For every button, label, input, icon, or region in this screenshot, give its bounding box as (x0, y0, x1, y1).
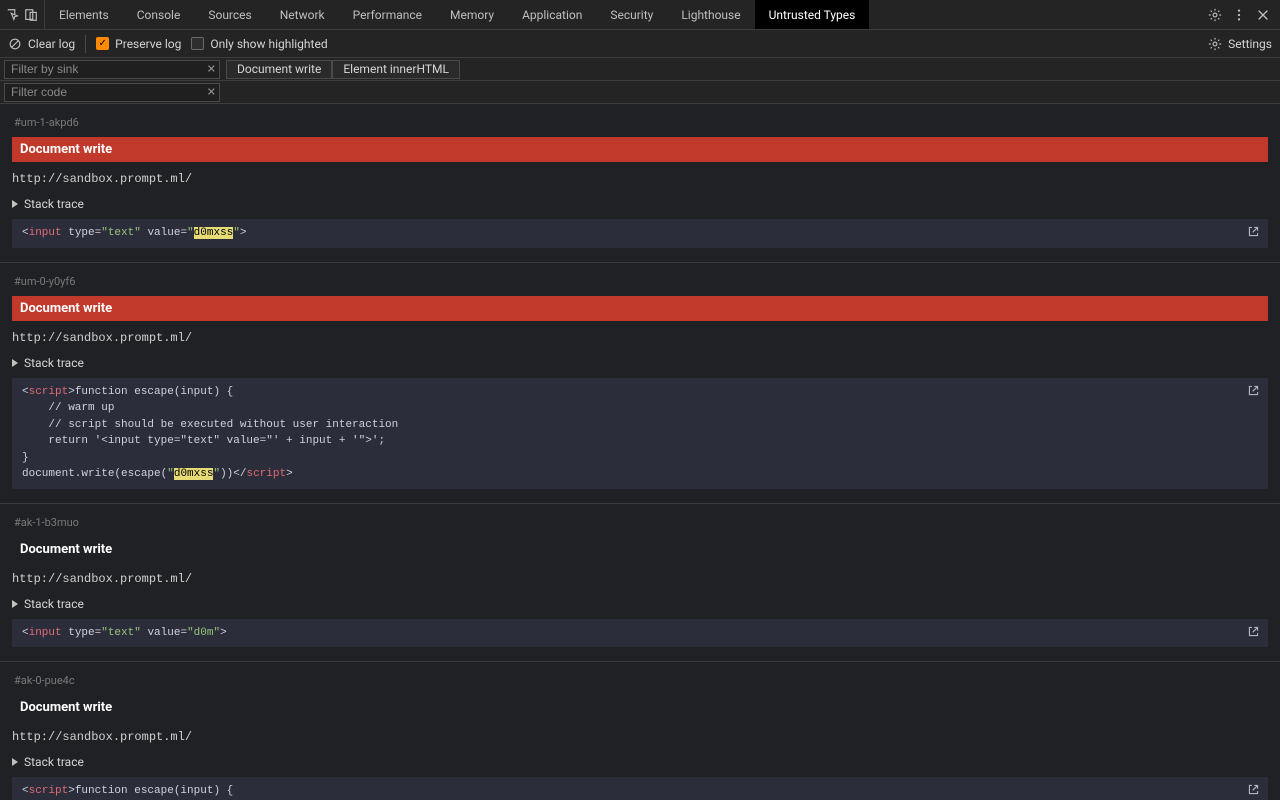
filter-sink-wrap: ✕ (4, 60, 220, 79)
stack-trace-toggle[interactable]: Stack trace (12, 353, 1268, 378)
stack-trace-label: Stack trace (24, 197, 84, 211)
disclosure-triangle-icon (12, 758, 18, 766)
filter-row-sink: ✕ Document writeElement innerHTML (0, 58, 1280, 81)
tab-application[interactable]: Application (508, 0, 596, 29)
tab-console[interactable]: Console (123, 0, 195, 29)
tab-security[interactable]: Security (596, 0, 667, 29)
open-external-icon[interactable] (1247, 384, 1260, 404)
tabstrip-left-icons (0, 0, 45, 29)
tab-network[interactable]: Network (266, 0, 339, 29)
stack-trace-toggle[interactable]: Stack trace (12, 594, 1268, 619)
entry-id: #ak-1-b3muo (12, 512, 1268, 537)
log-entries-container[interactable]: #um-1-akpd6Document writehttp://sandbox.… (0, 104, 1280, 800)
disclosure-triangle-icon (12, 200, 18, 208)
devtools-tabstrip: ElementsConsoleSourcesNetworkPerformance… (0, 0, 1280, 30)
entry-url: http://sandbox.prompt.ml/ (12, 726, 1268, 752)
code-snippet: <script>function escape(input) { // warm… (12, 378, 1268, 489)
tab-lighthouse[interactable]: Lighthouse (667, 0, 754, 29)
entry-url: http://sandbox.prompt.ml/ (12, 327, 1268, 353)
only-highlighted-label: Only show highlighted (210, 37, 327, 51)
clear-input-icon[interactable]: ✕ (207, 86, 216, 99)
device-toggle-icon[interactable] (24, 8, 38, 22)
clear-input-icon[interactable]: ✕ (207, 63, 216, 76)
disclosure-triangle-icon (12, 359, 18, 367)
entry-title: Document write (12, 537, 1268, 562)
preserve-log-toggle[interactable]: ✓ Preserve log (96, 37, 181, 51)
disclosure-triangle-icon (12, 600, 18, 608)
inspect-icon[interactable] (6, 8, 20, 22)
tab-sources[interactable]: Sources (194, 0, 265, 29)
separator (85, 35, 86, 53)
code-snippet: <script>function escape(input) { // warm… (12, 777, 1268, 800)
stack-trace-label: Stack trace (24, 597, 84, 611)
gear-icon (1208, 37, 1222, 51)
stack-trace-label: Stack trace (24, 356, 84, 370)
only-highlighted-toggle[interactable]: Only show highlighted (191, 37, 327, 51)
entry-title: Document write (12, 695, 1268, 720)
open-external-icon[interactable] (1247, 625, 1260, 645)
close-icon[interactable] (1256, 8, 1270, 22)
preserve-checkbox-icon: ✓ (96, 37, 109, 50)
tabstrip-right-icons (1198, 0, 1280, 29)
log-entry: #um-0-y0yf6Document write http://sandbox.… (0, 263, 1280, 504)
filter-code-input[interactable] (4, 83, 220, 102)
panel-toolbar-left: Clear log ✓ Preserve log Only show highl… (8, 35, 328, 53)
devtools-tabs: ElementsConsoleSourcesNetworkPerformance… (45, 0, 1198, 29)
clear-icon (8, 37, 22, 51)
clear-log-label: Clear log (28, 37, 75, 51)
filter-sink-input[interactable] (4, 60, 220, 79)
filter-chip[interactable]: Element innerHTML (332, 60, 460, 79)
entry-title: Document write (12, 137, 1268, 162)
tab-elements[interactable]: Elements (45, 0, 123, 29)
gear-icon[interactable] (1208, 8, 1222, 22)
panel-settings-label: Settings (1228, 37, 1272, 51)
filter-chips: Document writeElement innerHTML (226, 60, 460, 79)
filter-code-wrap: ✕ (4, 83, 220, 102)
log-entry: #ak-1-b3muoDocument write http://sandbox.… (0, 504, 1280, 663)
panel-settings-button[interactable]: Settings (1208, 37, 1272, 51)
filter-row-code: ✕ (0, 81, 1280, 104)
more-vert-icon[interactable] (1232, 8, 1246, 22)
open-external-icon[interactable] (1247, 783, 1260, 800)
tab-performance[interactable]: Performance (339, 0, 436, 29)
entry-url: http://sandbox.prompt.ml/ (12, 568, 1268, 594)
preserve-log-label: Preserve log (115, 37, 181, 51)
entry-id: #um-0-y0yf6 (12, 271, 1268, 296)
open-external-icon[interactable] (1247, 225, 1260, 245)
tab-memory[interactable]: Memory (436, 0, 508, 29)
code-snippet: <input type="text" value="d0mxss"> (12, 219, 1268, 248)
panel-toolbar: Clear log ✓ Preserve log Only show highl… (0, 30, 1280, 58)
tab-untrusted-types[interactable]: Untrusted Types (755, 0, 870, 29)
code-snippet: <input type="text" value="d0m"> (12, 619, 1268, 648)
entry-url: http://sandbox.prompt.ml/ (12, 168, 1268, 194)
entry-title: Document write (12, 296, 1268, 321)
entry-id: #ak-0-pue4c (12, 670, 1268, 695)
entry-id: #um-1-akpd6 (12, 112, 1268, 137)
stack-trace-toggle[interactable]: Stack trace (12, 752, 1268, 777)
stack-trace-label: Stack trace (24, 755, 84, 769)
filter-chip[interactable]: Document write (226, 60, 332, 79)
log-entry: #ak-0-pue4cDocument write http://sandbox.… (0, 662, 1280, 800)
log-entry: #um-1-akpd6Document write http://sandbox.… (0, 104, 1280, 263)
clear-log-button[interactable]: Clear log (8, 37, 75, 51)
highlighted-checkbox-icon (191, 37, 204, 50)
stack-trace-toggle[interactable]: Stack trace (12, 194, 1268, 219)
